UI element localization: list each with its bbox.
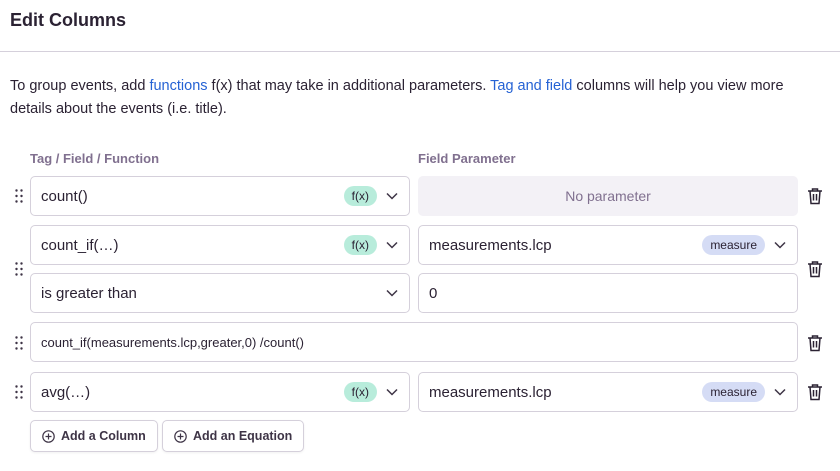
tag-and-field-link[interactable]: Tag and field — [490, 78, 572, 94]
trash-icon[interactable] — [806, 383, 824, 401]
drag-handle-icon[interactable] — [13, 188, 25, 204]
fx-badge: f(x) — [343, 382, 377, 402]
function-value: count() — [41, 187, 88, 205]
measure-badge: measure — [702, 382, 765, 402]
trash-icon[interactable] — [806, 187, 824, 205]
chevron-down-icon — [773, 238, 787, 252]
equation-input[interactable]: count_if(measurements.lcp,greater,0) /co… — [30, 322, 798, 362]
dialog-description: To group events, add functions f(x) that… — [10, 75, 825, 121]
parameter-value: measurements.lcp — [429, 383, 552, 401]
trash-icon[interactable] — [806, 260, 824, 278]
chevron-down-icon — [385, 189, 399, 203]
drag-handle-icon[interactable] — [13, 261, 25, 277]
parameter-column-header: Field Parameter — [418, 151, 516, 166]
function-value: avg(…) — [41, 383, 91, 401]
function-select[interactable]: avg(…) f(x) — [30, 372, 410, 412]
value-input[interactable]: 0 — [418, 273, 798, 313]
chevron-down-icon — [385, 286, 399, 300]
function-select[interactable]: count_if(…) f(x) — [30, 225, 410, 265]
header-divider — [0, 51, 840, 52]
parameter-value: measurements.lcp — [429, 236, 552, 254]
measure-badge: measure — [702, 235, 765, 255]
fx-badge: f(x) — [343, 235, 377, 255]
parameter-select[interactable]: measurements.lcp measure — [418, 225, 798, 265]
add-equation-label: Add an Equation — [193, 429, 293, 443]
chevron-down-icon — [773, 385, 787, 399]
operator-value: is greater than — [41, 284, 137, 302]
drag-handle-icon[interactable] — [13, 384, 25, 400]
plus-circle-icon — [42, 429, 55, 443]
add-column-label: Add a Column — [61, 429, 146, 443]
functions-link[interactable]: functions — [149, 78, 207, 94]
plus-circle-icon — [174, 429, 187, 443]
dialog-title: Edit Columns — [10, 10, 126, 30]
fx-badge: f(x) — [343, 186, 377, 206]
function-select[interactable]: count() f(x) — [30, 176, 410, 216]
add-column-button[interactable]: Add a Column — [30, 420, 158, 452]
value-text: 0 — [429, 284, 438, 302]
operator-select[interactable]: is greater than — [30, 273, 410, 313]
function-value: count_if(…) — [41, 236, 119, 254]
equation-text: count_if(measurements.lcp,greater,0) /co… — [41, 334, 305, 350]
drag-handle-icon[interactable] — [13, 335, 25, 351]
trash-icon[interactable] — [806, 334, 824, 352]
description-text-2: f(x) that may take in additional paramet… — [207, 78, 491, 94]
parameter-select[interactable]: measurements.lcp measure — [418, 372, 798, 412]
chevron-down-icon — [385, 385, 399, 399]
description-text-1: To group events, add — [10, 78, 150, 94]
parameter-placeholder: No parameter — [418, 176, 798, 216]
function-column-header: Tag / Field / Function — [30, 151, 160, 166]
chevron-down-icon — [385, 238, 399, 252]
add-equation-button[interactable]: Add an Equation — [162, 420, 305, 452]
